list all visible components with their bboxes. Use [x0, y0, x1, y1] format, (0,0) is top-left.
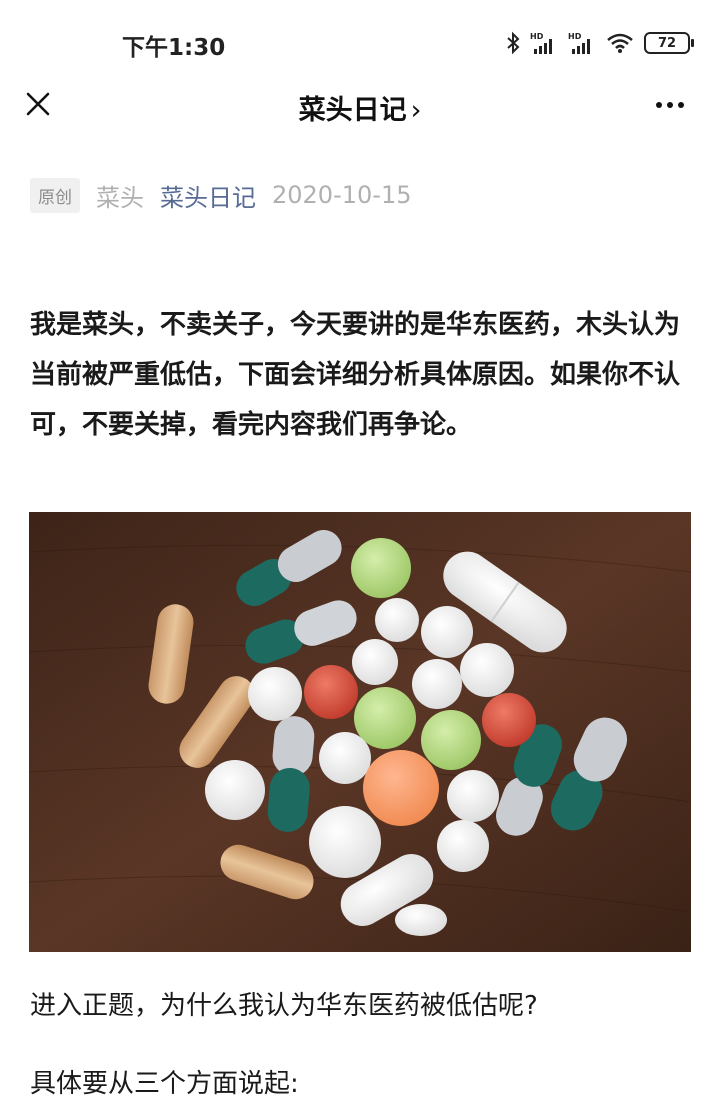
nav-bar: 菜头日记 ›	[0, 70, 720, 140]
account-title-link[interactable]: 菜头日记 ›	[0, 88, 720, 127]
page-title: 菜头日记	[298, 95, 407, 126]
account-link[interactable]: 菜头日记	[160, 178, 256, 213]
publish-date: 2020-10-15	[272, 181, 412, 209]
dot	[656, 102, 662, 108]
pills-illustration	[29, 512, 691, 952]
wifi-icon	[607, 33, 633, 53]
battery-icon: 72	[644, 32, 694, 54]
author-name: 菜头	[96, 183, 144, 212]
dot	[678, 102, 684, 108]
article-meta: 原创 菜头 菜头日记 2020-10-15	[30, 177, 411, 213]
article-image	[29, 512, 691, 952]
article-paragraph: 进入正题，为什么我认为华东医药被低估呢?	[30, 991, 538, 1021]
battery-level: 72	[657, 35, 677, 51]
signal-hd-icon: HD	[568, 32, 590, 54]
svg-text:HD: HD	[530, 32, 544, 41]
dot	[667, 102, 673, 108]
article-paragraph: 具体要从三个方面说起:	[30, 1069, 299, 1099]
more-button[interactable]	[650, 90, 690, 120]
status-icons: HD HD 72	[506, 28, 694, 58]
status-time: 下午1:30	[122, 35, 226, 61]
signal-hd-icon: HD	[530, 32, 552, 54]
bluetooth-icon	[507, 31, 520, 55]
article-intro: 我是菜头，不卖关子，今天要讲的是华东医药，木头认为当前被严重低估，下面会详细分析…	[30, 310, 681, 440]
chevron-right-icon: ›	[410, 95, 422, 126]
svg-text:HD: HD	[568, 32, 582, 41]
original-badge: 原创	[30, 177, 80, 213]
